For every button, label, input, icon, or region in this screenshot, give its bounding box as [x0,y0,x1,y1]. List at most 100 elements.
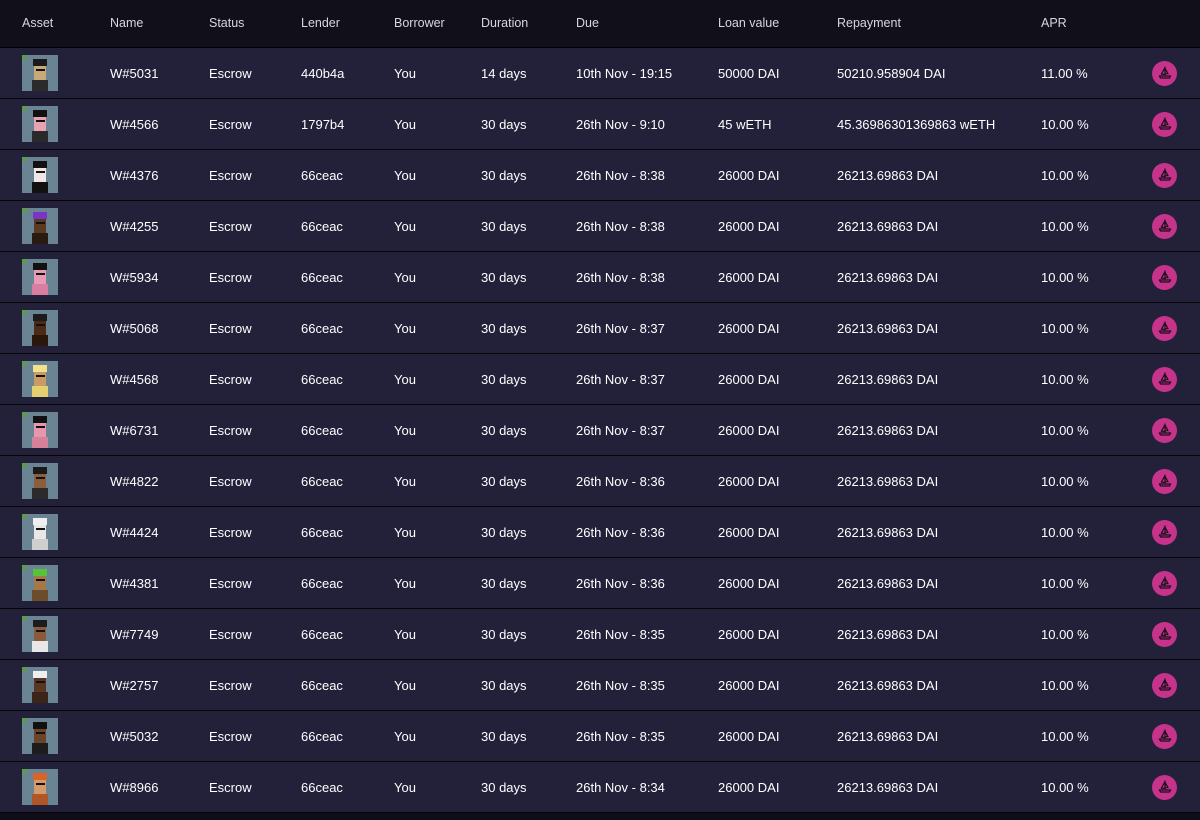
lender-address: 66ceac [301,371,343,387]
avatar-face [34,472,46,488]
nft-avatar[interactable] [22,718,58,754]
table-row[interactable]: W#5031 Escrow 440b4a You 14 days 10th Nov - 1… [0,48,1200,99]
table-row[interactable]: W#5032 Escrow 66ceac You 30 days 26th Nov - 8… [0,711,1200,762]
borrower-text: You [394,779,416,795]
column-header-name[interactable]: Name [110,0,143,47]
nft-avatar[interactable] [22,310,58,346]
nft-avatar[interactable] [22,667,58,703]
table-row[interactable]: W#7749 Escrow 66ceac You 30 days 26th Nov - 8… [0,609,1200,660]
column-header-due[interactable]: Due [576,0,599,47]
lender-address: 66ceac [301,779,343,795]
opensea-ship-icon[interactable] [1152,723,1177,749]
table-row[interactable]: W#5934 Escrow 66ceac You 30 days 26th Nov - 8… [0,252,1200,303]
duration-text: 30 days [481,422,527,438]
table-row[interactable]: W#4822 Escrow 66ceac You 30 days 26th Nov - 8… [0,456,1200,507]
table-row[interactable]: W#4424 Escrow 66ceac You 30 days 26th Nov - 8… [0,507,1200,558]
avatar-body [32,386,48,397]
nft-avatar[interactable] [22,259,58,295]
nft-avatar[interactable] [22,616,58,652]
repayment-value: 26213.69863 DAI [837,422,939,438]
asset-cell [22,150,58,200]
lender-address: 66ceac [301,524,343,540]
nft-avatar[interactable] [22,106,58,142]
column-header-duration[interactable]: Duration [481,0,528,47]
column-header-apr[interactable]: APR [1041,0,1067,47]
table-row[interactable]: W#4255 Escrow 66ceac You 30 days 26th Nov - 8… [0,201,1200,252]
repayment-value: 45.36986301369863 wETH [837,116,996,132]
opensea-ship-icon[interactable] [1152,774,1177,800]
opensea-ship-icon[interactable] [1152,213,1177,239]
action-cell [1152,201,1177,251]
due-date: 26th Nov - 8:38 [576,167,665,183]
opensea-ship-icon[interactable] [1152,621,1177,647]
avatar-eyes [36,120,45,122]
table-row[interactable]: W#4568 Escrow 66ceac You 30 days 26th Nov - 8… [0,354,1200,405]
opensea-ship-icon[interactable] [1152,264,1177,290]
avatar-hair [33,314,47,321]
action-cell [1152,252,1177,302]
loan-value: 26000 DAI [718,473,780,489]
table-row[interactable]: W#8966 Escrow 66ceac You 30 days 26th Nov - 8… [0,762,1200,813]
column-header-borrower[interactable]: Borrower [394,0,445,47]
opensea-ship-icon[interactable] [1152,162,1177,188]
opensea-ship-icon[interactable] [1152,315,1177,341]
duration-text: 30 days [481,779,527,795]
avatar-hair [33,365,47,372]
opensea-ship-icon[interactable] [1152,366,1177,392]
column-header-lender[interactable]: Lender [301,0,340,47]
column-header-repayment[interactable]: Repayment [837,0,901,47]
nft-avatar[interactable] [22,514,58,550]
table-row[interactable]: W#4376 Escrow 66ceac You 30 days 26th Nov - 8… [0,150,1200,201]
listed-flag-icon [22,565,29,572]
nft-avatar[interactable] [22,208,58,244]
borrower-text: You [394,575,416,591]
column-header-status[interactable]: Status [209,0,244,47]
listed-flag-icon [22,208,29,215]
repayment-value: 26213.69863 DAI [837,320,939,336]
borrower-text: You [394,65,416,81]
nft-avatar[interactable] [22,361,58,397]
duration-text: 30 days [481,116,527,132]
avatar-body [32,488,48,499]
apr-value: 10.00 % [1041,116,1089,132]
column-header-asset[interactable]: Asset [22,0,53,47]
asset-cell [22,252,58,302]
due-date: 26th Nov - 8:34 [576,779,665,795]
nft-avatar[interactable] [22,565,58,601]
opensea-ship-icon[interactable] [1152,672,1177,698]
borrower-text: You [394,422,416,438]
opensea-ship-icon[interactable] [1152,570,1177,596]
listed-flag-icon [22,157,29,164]
avatar-body [32,794,48,805]
nft-avatar[interactable] [22,769,58,805]
action-cell [1152,711,1177,761]
avatar-body [32,131,48,142]
duration-text: 14 days [481,65,527,81]
repayment-value: 50210.958904 DAI [837,65,946,81]
lender-address: 66ceac [301,473,343,489]
apr-value: 10.00 % [1041,677,1089,693]
repayment-value: 26213.69863 DAI [837,677,939,693]
nft-name: W#4255 [110,218,159,234]
nft-avatar[interactable] [22,55,58,91]
action-cell [1152,303,1177,353]
table-row[interactable]: W#4566 Escrow 1797b4 You 30 days 26th Nov - 9… [0,99,1200,150]
table-row[interactable]: W#5068 Escrow 66ceac You 30 days 26th Nov - 8… [0,303,1200,354]
opensea-ship-icon[interactable] [1152,60,1177,86]
column-header-loan-value[interactable]: Loan value [718,0,779,47]
nft-avatar[interactable] [22,463,58,499]
opensea-ship-icon[interactable] [1152,417,1177,443]
table-row[interactable]: W#6731 Escrow 66ceac You 30 days 26th Nov - 8… [0,405,1200,456]
table-row[interactable]: W#2757 Escrow 66ceac You 30 days 26th Nov - 8… [0,660,1200,711]
opensea-ship-icon[interactable] [1152,111,1177,137]
action-cell [1152,48,1177,98]
opensea-ship-icon[interactable] [1152,519,1177,545]
opensea-ship-icon[interactable] [1152,468,1177,494]
table-row[interactable]: W#4381 Escrow 66ceac You 30 days 26th Nov - 8… [0,558,1200,609]
nft-avatar[interactable] [22,157,58,193]
borrower-text: You [394,728,416,744]
nft-avatar[interactable] [22,412,58,448]
apr-value: 10.00 % [1041,524,1089,540]
nft-name: W#4568 [110,371,159,387]
duration-text: 30 days [481,371,527,387]
